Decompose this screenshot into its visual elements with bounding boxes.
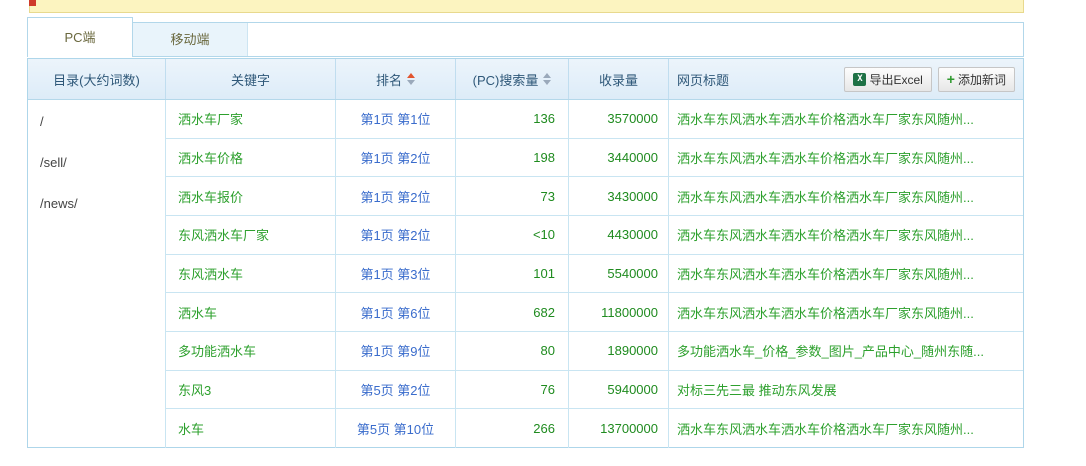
table-row: 多功能洒水车 第1页 第9位 80 1890000 多功能洒水车_价格_参数_图… (166, 332, 1023, 371)
search-volume-cell: <10 (456, 216, 569, 254)
table-rows: 洒水车厂家 第1页 第1位 136 3570000 洒水车东风洒水车洒水车价格洒… (166, 100, 1023, 448)
plus-icon: + (947, 72, 955, 86)
rank-cell[interactable]: 第1页 第1位 (336, 100, 456, 138)
header-search-volume[interactable]: (PC)搜索量 (456, 59, 569, 99)
sort-asc-icon[interactable] (543, 73, 551, 78)
indexed-volume-cell: 3440000 (569, 139, 669, 177)
keyword-cell[interactable]: 水车 (166, 409, 336, 448)
notice-bar (29, 0, 1024, 13)
page-title-cell[interactable]: 洒水车东风洒水车洒水车价格洒水车厂家东风随州... (669, 100, 1023, 138)
search-volume-sort-icon[interactable] (543, 73, 551, 85)
header-indexed: 收录量 (569, 59, 669, 99)
directory-link[interactable]: / (40, 101, 165, 142)
excel-icon: X (853, 73, 866, 86)
header-page-title-label: 网页标题 (677, 70, 729, 89)
keyword-cell[interactable]: 东风洒水车 (166, 255, 336, 293)
indexed-volume-cell: 5540000 (569, 255, 669, 293)
rank-cell[interactable]: 第1页 第2位 (336, 177, 456, 215)
keyword-cell[interactable]: 东风洒水车厂家 (166, 216, 336, 254)
export-excel-label: 导出Excel (869, 71, 922, 88)
keyword-cell[interactable]: 洒水车价格 (166, 139, 336, 177)
directory-cell: / /sell/ /news/ (28, 100, 166, 448)
rank-cell[interactable]: 第1页 第2位 (336, 139, 456, 177)
indexed-volume-cell: 1890000 (569, 332, 669, 370)
table-row: 水车 第5页 第10位 266 13700000 洒水车东风洒水车洒水车价格洒水… (166, 409, 1023, 448)
keyword-cell[interactable]: 洒水车厂家 (166, 100, 336, 138)
notice-flag-icon (29, 0, 36, 6)
table-body: / /sell/ /news/ 洒水车厂家 第1页 第1位 136 357000… (28, 100, 1023, 448)
keyword-cell[interactable]: 多功能洒水车 (166, 332, 336, 370)
table-row: 东风洒水车厂家 第1页 第2位 <10 4430000 洒水车东风洒水车洒水车价… (166, 216, 1023, 255)
page-title-cell[interactable]: 洒水车东风洒水车洒水车价格洒水车厂家东风随州... (669, 139, 1023, 177)
sort-desc-icon[interactable] (543, 80, 551, 85)
directory-link[interactable]: /news/ (40, 183, 165, 224)
indexed-volume-cell: 5940000 (569, 371, 669, 409)
rank-cell[interactable]: 第5页 第2位 (336, 371, 456, 409)
tab-mobile[interactable]: 移动端 (133, 23, 248, 56)
indexed-volume-cell: 3430000 (569, 177, 669, 215)
sort-desc-icon[interactable] (407, 80, 415, 85)
header-directory: 目录(大约词数) (28, 59, 166, 99)
page-title-cell[interactable]: 洒水车东风洒水车洒水车价格洒水车厂家东风随州... (669, 216, 1023, 254)
table-row: 洒水车价格 第1页 第2位 198 3440000 洒水车东风洒水车洒水车价格洒… (166, 139, 1023, 178)
page-title-cell[interactable]: 洒水车东风洒水车洒水车价格洒水车厂家东风随州... (669, 177, 1023, 215)
header-search-volume-label: (PC)搜索量 (473, 70, 539, 89)
indexed-volume-cell: 4430000 (569, 216, 669, 254)
keyword-cell[interactable]: 东风3 (166, 371, 336, 409)
directory-link[interactable]: /sell/ (40, 142, 165, 183)
search-volume-cell: 136 (456, 100, 569, 138)
rank-cell[interactable]: 第1页 第3位 (336, 255, 456, 293)
rank-cell[interactable]: 第1页 第9位 (336, 332, 456, 370)
tab-pc[interactable]: PC端 (27, 17, 133, 57)
table-row: 东风洒水车 第1页 第3位 101 5540000 洒水车东风洒水车洒水车价格洒… (166, 255, 1023, 294)
header-page-title: 网页标题 X 导出Excel + 添加新词 (669, 59, 1023, 99)
add-keyword-button[interactable]: + 添加新词 (938, 67, 1015, 92)
header-rank[interactable]: 排名 (336, 59, 456, 99)
export-excel-button[interactable]: X 导出Excel (844, 67, 931, 92)
rank-sort-icon[interactable] (407, 73, 415, 85)
table-row: 洒水车报价 第1页 第2位 73 3430000 洒水车东风洒水车洒水车价格洒水… (166, 177, 1023, 216)
add-keyword-label: 添加新词 (958, 71, 1006, 88)
page-title-cell[interactable]: 洒水车东风洒水车洒水车价格洒水车厂家东风随州... (669, 255, 1023, 293)
table-row: 东风3 第5页 第2位 76 5940000 对标三先三最 推动东风发展 (166, 371, 1023, 410)
header-toolbar: X 导出Excel + 添加新词 (844, 67, 1023, 92)
table-row: 洒水车厂家 第1页 第1位 136 3570000 洒水车东风洒水车洒水车价格洒… (166, 100, 1023, 139)
indexed-volume-cell: 3570000 (569, 100, 669, 138)
rank-cell[interactable]: 第1页 第6位 (336, 293, 456, 331)
header-rank-label: 排名 (376, 70, 402, 89)
search-volume-cell: 101 (456, 255, 569, 293)
page-title-cell[interactable]: 洒水车东风洒水车洒水车价格洒水车厂家东风随州... (669, 293, 1023, 331)
search-volume-cell: 682 (456, 293, 569, 331)
rank-cell[interactable]: 第5页 第10位 (336, 409, 456, 448)
search-volume-cell: 80 (456, 332, 569, 370)
tab-bar-divider (133, 56, 1024, 57)
page-title-cell[interactable]: 对标三先三最 推动东风发展 (669, 371, 1023, 409)
keyword-cell[interactable]: 洒水车报价 (166, 177, 336, 215)
rank-cell[interactable]: 第1页 第2位 (336, 216, 456, 254)
indexed-volume-cell: 13700000 (569, 409, 669, 448)
page-title-cell[interactable]: 洒水车东风洒水车洒水车价格洒水车厂家东风随州... (669, 409, 1023, 448)
search-volume-cell: 73 (456, 177, 569, 215)
search-volume-cell: 198 (456, 139, 569, 177)
indexed-volume-cell: 11800000 (569, 293, 669, 331)
search-volume-cell: 76 (456, 371, 569, 409)
sort-asc-icon[interactable] (407, 73, 415, 78)
page-title-cell[interactable]: 多功能洒水车_价格_参数_图片_产品中心_随州东随... (669, 332, 1023, 370)
page: PC端 移动端 目录(大约词数) 关键字 排名 (PC)搜索量 收录量 (0, 0, 1086, 466)
search-volume-cell: 266 (456, 409, 569, 448)
keyword-cell[interactable]: 洒水车 (166, 293, 336, 331)
header-keyword: 关键字 (166, 59, 336, 99)
table-header: 目录(大约词数) 关键字 排名 (PC)搜索量 收录量 网页标题 (28, 59, 1023, 100)
keyword-table: 目录(大约词数) 关键字 排名 (PC)搜索量 收录量 网页标题 (27, 58, 1024, 448)
table-row: 洒水车 第1页 第6位 682 11800000 洒水车东风洒水车洒水车价格洒水… (166, 293, 1023, 332)
